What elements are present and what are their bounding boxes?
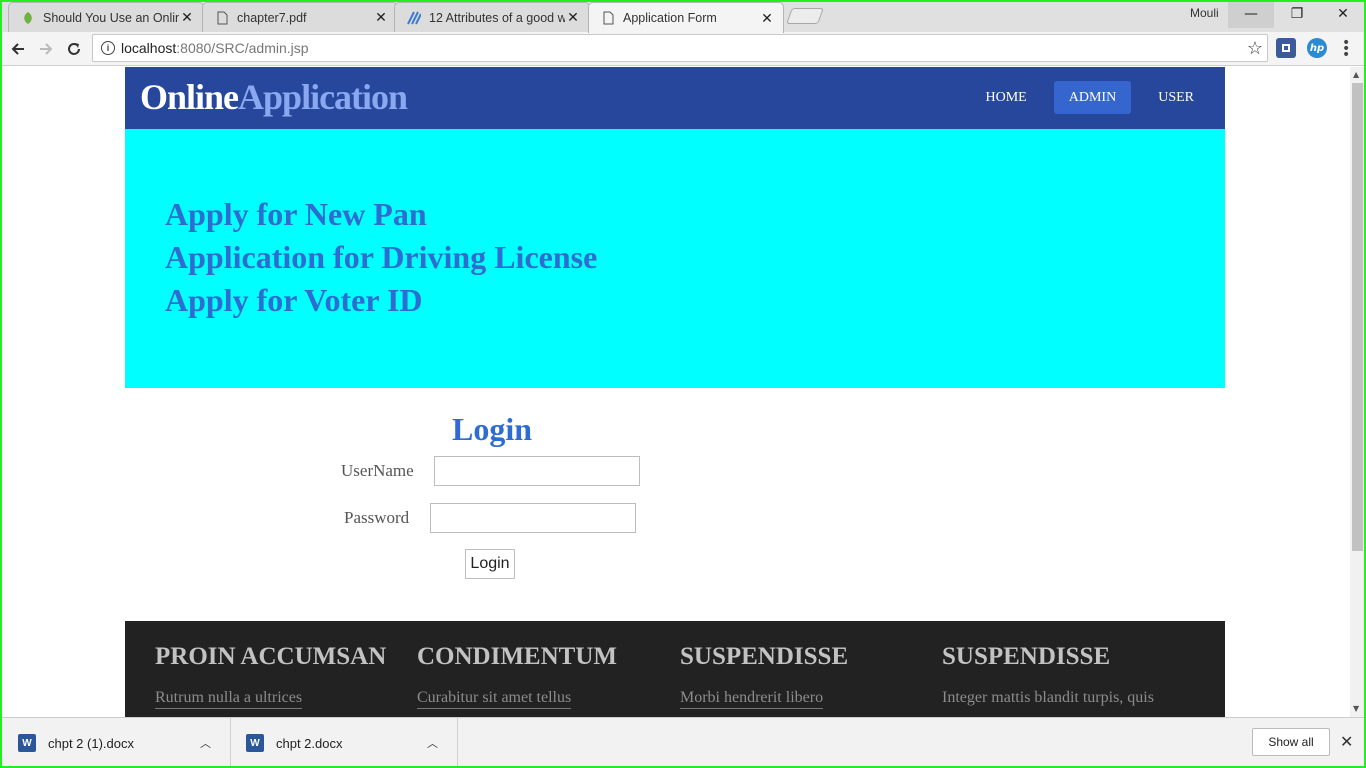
tab-title: Application Form <box>623 11 717 25</box>
close-icon[interactable]: ✕ <box>1340 732 1353 751</box>
scroll-up-icon[interactable]: ▲ <box>1353 70 1359 79</box>
site-header: OnlineApplication HOME ADMIN USER <box>125 67 1225 129</box>
main-nav: HOME ADMIN USER <box>959 81 1209 114</box>
window-close-icon[interactable]: ✕ <box>1320 0 1366 28</box>
close-icon[interactable]: ✕ <box>179 9 195 26</box>
leaf-icon <box>21 11 35 25</box>
chevron-up-icon[interactable]: ︿ <box>200 735 211 751</box>
site-logo[interactable]: OnlineApplication <box>140 76 408 118</box>
forward-arrow-icon[interactable] <box>33 36 59 62</box>
link-driving-license[interactable]: Application for Driving License <box>165 236 597 279</box>
logo-part2: Application <box>238 77 408 117</box>
footer-link[interactable]: Curabitur sit amet tellus <box>417 689 572 709</box>
hero-banner: Apply for New Pan Application for Drivin… <box>125 129 1225 388</box>
chevron-up-icon[interactable]: ︿ <box>427 735 438 751</box>
download-item[interactable]: W chpt 2 (1).docx ︿ <box>0 718 231 768</box>
password-input[interactable] <box>430 503 636 533</box>
tab-title: chapter7.pdf <box>237 10 307 25</box>
restore-icon[interactable]: ❐ <box>1274 0 1320 28</box>
footer-column: CONDIMENTUM Curabitur sit amet tellus <box>417 643 667 709</box>
close-icon[interactable]: ✕ <box>759 10 775 27</box>
star-icon[interactable]: ☆ <box>1247 38 1263 59</box>
url-path: :8080/SRC/admin.jsp <box>176 40 309 56</box>
stripes-icon <box>407 11 421 25</box>
scroll-down-icon[interactable]: ▼ <box>1353 704 1359 713</box>
footer-column: SUSPENDISSE Morbi hendrerit libero <box>680 643 930 709</box>
close-icon[interactable]: ✕ <box>565 9 581 26</box>
download-filename: chpt 2 (1).docx <box>48 735 134 751</box>
login-button[interactable]: Login <box>465 549 515 579</box>
download-filename: chpt 2.docx <box>276 735 343 751</box>
page-icon <box>215 11 229 25</box>
page-icon <box>601 11 615 25</box>
address-bar[interactable]: i localhost:8080/SRC/admin.jsp ☆ <box>92 34 1268 62</box>
info-icon[interactable]: i <box>101 41 115 55</box>
tab-online[interactable]: Should You Use an Online ✕ <box>8 2 204 32</box>
extension-puzzle-icon[interactable] <box>1276 38 1296 58</box>
menu-dots-icon[interactable]: • • • <box>1342 36 1350 62</box>
link-new-pan[interactable]: Apply for New Pan <box>165 193 597 236</box>
site-footer: PROIN ACCUMSAN Rutrum nulla a ultrices C… <box>125 621 1225 717</box>
logo-part1: Online <box>140 77 239 117</box>
tab-attributes[interactable]: 12 Attributes of a good w ✕ <box>394 2 590 32</box>
hp-icon[interactable]: hp <box>1307 38 1327 58</box>
footer-text: Integer mattis blandit turpis, quis <box>942 689 1154 706</box>
footer-column-title: SUSPENDISSE <box>942 643 1111 670</box>
footer-link[interactable]: Morbi hendrerit libero <box>680 689 824 709</box>
nav-admin[interactable]: ADMIN <box>1053 81 1132 114</box>
nav-home[interactable]: HOME <box>971 81 1042 114</box>
tab-application-form[interactable]: Application Form ✕ <box>588 2 784 33</box>
download-shelf: W chpt 2 (1).docx ︿ W chpt 2.docx ︿ Show… <box>0 717 1366 768</box>
footer-link[interactable]: Rutrum nulla a ultrices <box>155 689 303 709</box>
new-tab-button[interactable] <box>786 8 824 24</box>
service-links: Apply for New Pan Application for Drivin… <box>165 193 597 322</box>
tab-title: Should You Use an Online <box>43 10 179 25</box>
footer-column: SUSPENDISSE Integer mattis blandit turpi… <box>942 643 1192 707</box>
login-title: Login <box>452 411 533 447</box>
tab-chapter7[interactable]: chapter7.pdf ✕ <box>202 2 398 32</box>
profile-name[interactable]: Mouli <box>1190 6 1219 20</box>
download-item[interactable]: W chpt 2.docx ︿ <box>231 718 458 768</box>
back-arrow-icon[interactable] <box>5 36 31 62</box>
minimize-icon[interactable]: — <box>1228 0 1274 28</box>
footer-column-title: PROIN ACCUMSAN <box>155 643 387 670</box>
close-icon[interactable]: ✕ <box>373 9 389 26</box>
link-voter-id[interactable]: Apply for Voter ID <box>165 279 597 322</box>
browser-toolbar: i localhost:8080/SRC/admin.jsp ☆ hp • • • <box>0 32 1366 66</box>
url-host: localhost <box>121 40 177 56</box>
word-doc-icon: W <box>246 734 264 752</box>
reload-icon[interactable] <box>61 36 87 62</box>
username-input[interactable] <box>434 456 640 486</box>
nav-user[interactable]: USER <box>1143 81 1209 114</box>
password-label: Password <box>344 508 410 527</box>
scroll-thumb[interactable] <box>1352 83 1363 551</box>
web-page: OnlineApplication HOME ADMIN USER Apply … <box>0 67 1350 717</box>
footer-column-title: SUSPENDISSE <box>680 643 849 670</box>
tab-title: 12 Attributes of a good w <box>429 10 565 25</box>
username-label: UserName <box>341 461 414 480</box>
tab-strip: Should You Use an Online ✕ chapter7.pdf … <box>0 0 1366 33</box>
word-doc-icon: W <box>18 734 36 752</box>
page-scrollbar[interactable]: ▲ ▼ <box>1350 67 1366 717</box>
show-all-button[interactable]: Show all <box>1252 728 1330 756</box>
footer-column: PROIN ACCUMSAN Rutrum nulla a ultrices <box>155 643 405 709</box>
footer-column-title: CONDIMENTUM <box>417 643 617 670</box>
